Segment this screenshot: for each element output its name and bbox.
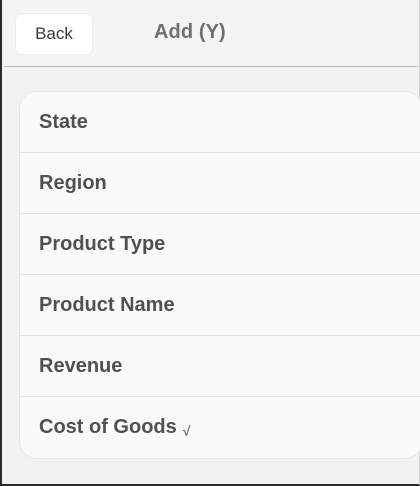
top-nav-bar: Back Add (Y): [4, 0, 418, 67]
list-item-region[interactable]: Region: [20, 153, 420, 214]
list-item-product-name[interactable]: Product Name: [20, 275, 420, 336]
list-item-revenue[interactable]: Revenue: [20, 336, 420, 397]
list-item-cost-of-goods[interactable]: Cost of Goods √: [20, 397, 420, 458]
checkmark-icon: √: [182, 422, 191, 439]
options-list: State Region Product Type Product Name R…: [19, 91, 420, 459]
list-item-label: Region: [39, 171, 107, 194]
back-button[interactable]: Back: [16, 14, 92, 54]
app-frame: Back Add (Y) State Region Product Type P…: [0, 0, 420, 486]
content-area: State Region Product Type Product Name R…: [4, 67, 420, 482]
list-item-state[interactable]: State: [20, 92, 420, 153]
list-item-label: State: [39, 110, 88, 133]
list-item-product-type[interactable]: Product Type: [20, 214, 420, 275]
list-item-label: Product Type: [39, 232, 166, 255]
back-button-label: Back: [35, 24, 73, 43]
list-item-label: Cost of Goods: [39, 416, 177, 438]
page-title: Add (Y): [154, 21, 226, 43]
list-item-label: Revenue: [39, 354, 123, 377]
list-item-label: Product Name: [39, 293, 175, 316]
